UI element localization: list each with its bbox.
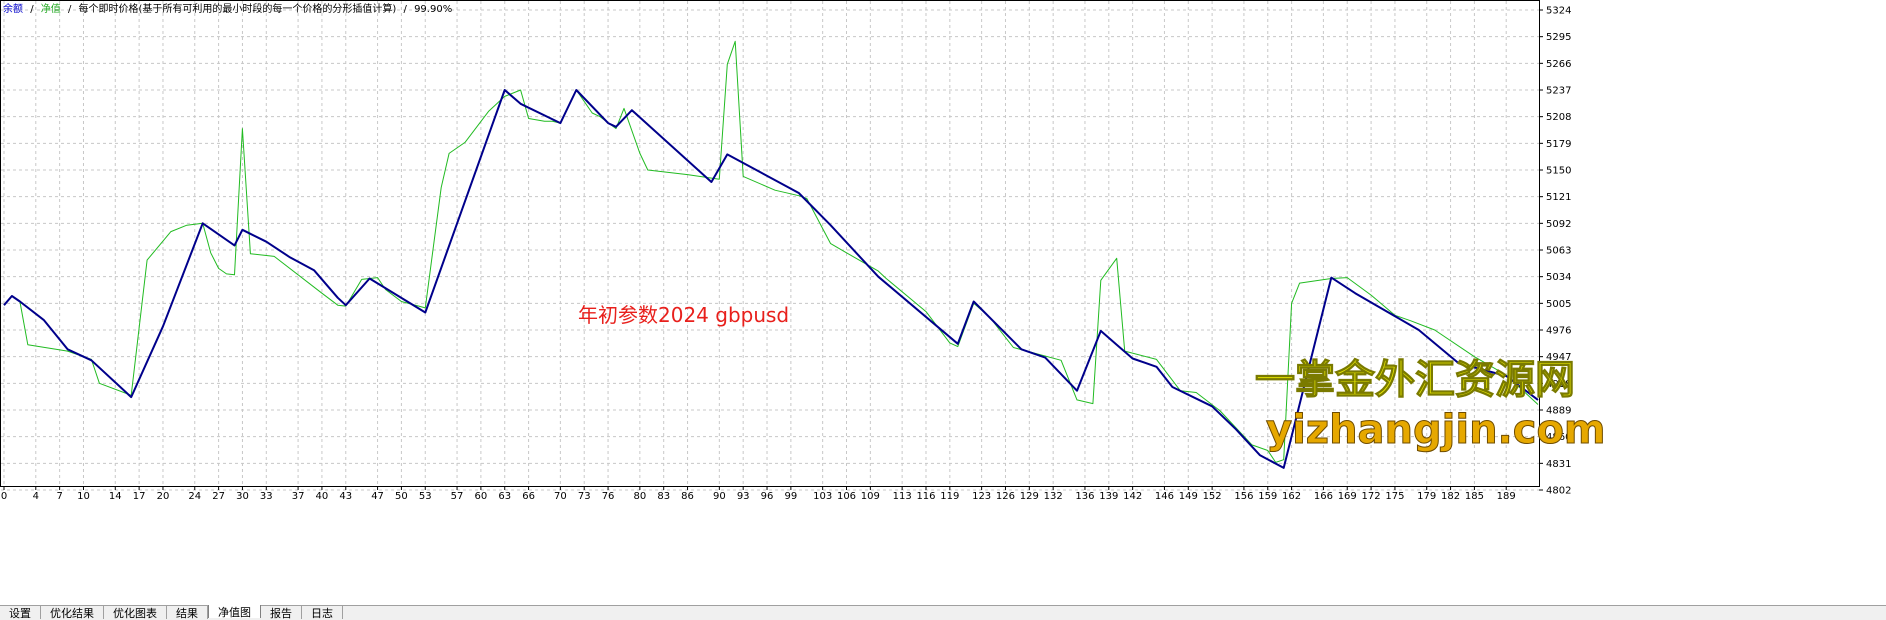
x-tick-label: 175 [1385, 491, 1404, 502]
x-tick-label: 4 [33, 491, 39, 502]
x-tick-label: 109 [861, 491, 880, 502]
x-tick-label: 136 [1075, 491, 1094, 502]
x-tick-label: 159 [1258, 491, 1277, 502]
tab-journal[interactable]: 日志 [302, 606, 343, 619]
legend: 余额 / 净值 / 每个即时价格(基于所有可利用的最小时段的每一个价格的分形插值… [3, 2, 452, 15]
legend-model-text: 每个即时价格(基于所有可利用的最小时段的每一个价格的分形插值计算) [79, 2, 397, 15]
tab-report[interactable]: 报告 [261, 606, 302, 619]
x-tick-label: 126 [996, 491, 1015, 502]
x-tick-label: 116 [916, 491, 935, 502]
y-tick-label: 5295 [1546, 32, 1571, 43]
x-tick-label: 185 [1465, 491, 1484, 502]
y-tick-label: 4976 [1546, 326, 1571, 337]
x-tick-label: 132 [1044, 491, 1063, 502]
equity-chart: 0 4 7 10 14 17 20 24 27 30 33 37 40 43 47 50 53 57 60 63 66 7… [0, 0, 1886, 605]
x-tick-label: 179 [1417, 491, 1436, 502]
y-tick-label: 5063 [1546, 246, 1571, 257]
x-tick-label: 60 [475, 491, 488, 502]
x-tick-label: 113 [893, 491, 912, 502]
y-tick-label: 5208 [1546, 112, 1571, 123]
x-tick-label: 17 [133, 491, 146, 502]
y-tick-label: 5179 [1546, 139, 1571, 150]
y-tick-label: 5092 [1546, 219, 1571, 230]
y-tick-label: 5266 [1546, 59, 1571, 70]
y-tick-label: 5324 [1546, 6, 1571, 17]
x-tick-label: 182 [1441, 491, 1460, 502]
x-tick-label: 149 [1179, 491, 1198, 502]
x-tick-label: 90 [713, 491, 726, 502]
y-tick-label: 5237 [1546, 86, 1571, 97]
x-tick-label: 66 [522, 491, 535, 502]
y-tick-label: 4802 [1546, 486, 1571, 497]
x-tick-label: 152 [1203, 491, 1222, 502]
tab-settings[interactable]: 设置 [0, 606, 41, 619]
x-tick-label: 129 [1020, 491, 1039, 502]
x-tick-label: 40 [316, 491, 329, 502]
legend-separator-2: / [68, 4, 72, 15]
x-tick-label: 142 [1123, 491, 1142, 502]
tab-optimization-chart[interactable]: 优化图表 [104, 606, 167, 619]
x-tick-label: 119 [940, 491, 959, 502]
x-tick-label: 20 [157, 491, 170, 502]
x-tick-label: 30 [236, 491, 249, 502]
x-tick-label: 14 [109, 491, 122, 502]
x-tick-label: 123 [972, 491, 991, 502]
x-tick-label: 37 [292, 491, 305, 502]
x-tick-label: 96 [761, 491, 774, 502]
x-tick-label: 7 [56, 491, 62, 502]
x-tick-label: 73 [578, 491, 591, 502]
x-tick-label: 80 [633, 491, 646, 502]
bottom-tab-bar: 设置 优化结果 优化图表 结果 净值图 报告 日志 [0, 605, 1886, 620]
y-tick-label: 5121 [1546, 192, 1571, 203]
y-tick-label: 5005 [1546, 299, 1571, 310]
x-tick-label: 103 [813, 491, 832, 502]
x-tick-label: 106 [837, 491, 856, 502]
tab-equity-graph[interactable]: 净值图 [208, 605, 261, 618]
x-tick-label: 139 [1099, 491, 1118, 502]
x-tick-label: 43 [339, 491, 352, 502]
x-tick-label: 10 [77, 491, 90, 502]
plot-background [0, 0, 1886, 605]
x-tick-label: 0 [1, 491, 7, 502]
legend-equity-label: 净值 [41, 2, 61, 15]
x-tick-label: 146 [1155, 491, 1174, 502]
legend-separator-3: / [404, 4, 408, 15]
legend-separator-1: / [30, 4, 34, 15]
watermark-line2: yizhangjin.com [1266, 407, 1606, 453]
x-tick-label: 189 [1497, 491, 1516, 502]
x-tick-label: 166 [1314, 491, 1333, 502]
x-tick-label: 70 [554, 491, 567, 502]
x-tick-label: 172 [1362, 491, 1381, 502]
x-tick-label: 57 [451, 491, 464, 502]
legend-quality-text: 99.90% [414, 4, 452, 15]
x-tick-label: 99 [785, 491, 798, 502]
x-tick-label: 50 [395, 491, 408, 502]
x-tick-label: 86 [681, 491, 694, 502]
x-tick-label: 27 [212, 491, 225, 502]
x-tick-label: 156 [1234, 491, 1253, 502]
y-tick-label: 5034 [1546, 272, 1571, 283]
x-tick-label: 162 [1282, 491, 1301, 502]
watermark-line1: 一掌金外汇资源网 [1255, 357, 1575, 403]
x-tick-label: 169 [1338, 491, 1357, 502]
x-tick-label: 76 [602, 491, 615, 502]
y-tick-label: 4831 [1546, 459, 1571, 470]
x-tick-label: 47 [371, 491, 384, 502]
x-tick-label: 83 [657, 491, 670, 502]
tab-optimization-results[interactable]: 优化结果 [41, 606, 104, 619]
x-tick-label: 93 [737, 491, 750, 502]
legend-balance-label: 余额 [3, 2, 23, 15]
x-tick-label: 24 [188, 491, 201, 502]
x-tick-label: 53 [419, 491, 432, 502]
tab-results[interactable]: 结果 [167, 606, 208, 619]
x-tick-label: 33 [260, 491, 273, 502]
x-tick-label: 63 [498, 491, 511, 502]
svg-text:余额 / 净值 /: 余额 / 净值 / 每个即时价格(基于所有可利用的最小时段的每一个价格的分形插值… [3, 2, 452, 15]
chart-annotation: 年初参数2024 gbpusd [578, 303, 789, 327]
y-tick-label: 5150 [1546, 166, 1571, 177]
